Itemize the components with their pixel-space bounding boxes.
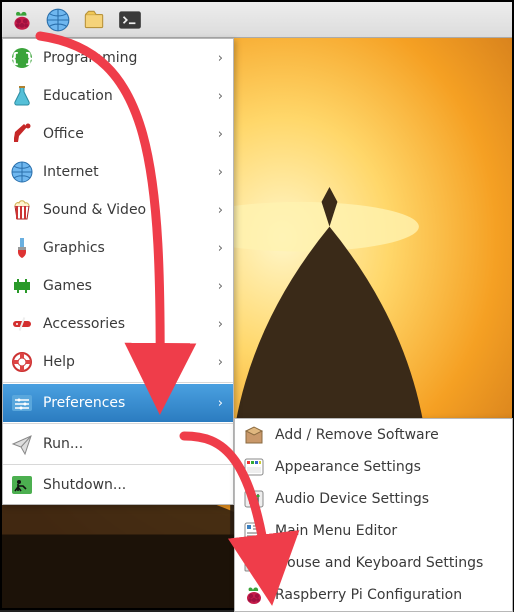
- submenu-item-label: Audio Device Settings: [275, 491, 502, 507]
- chevron-right-icon: ›: [218, 355, 223, 370]
- chevron-right-icon: ›: [218, 203, 223, 218]
- menu-item-label: Shutdown...: [43, 477, 223, 493]
- raspberry-icon: [241, 582, 267, 608]
- menu-item-label: Sound & Video: [43, 202, 210, 218]
- menu-item-office[interactable]: Office ›: [3, 115, 233, 153]
- chevron-right-icon: ›: [218, 317, 223, 332]
- menu-item-graphics[interactable]: Graphics ›: [3, 229, 233, 267]
- taskbar-files[interactable]: [78, 4, 110, 36]
- menu-item-preferences[interactable]: Preferences ›: [3, 384, 233, 422]
- menu-item-sound-video[interactable]: Sound & Video ›: [3, 191, 233, 229]
- knife-icon: [9, 311, 35, 337]
- chevron-right-icon: ›: [218, 279, 223, 294]
- taskbar-browser[interactable]: [42, 4, 74, 36]
- paperplane-icon: [9, 431, 35, 457]
- menu-item-label: Games: [43, 278, 210, 294]
- audio-sliders-icon: [241, 486, 267, 512]
- flask-icon: [9, 83, 35, 109]
- sliders-icon: [9, 390, 35, 416]
- menu-item-label: Run...: [43, 436, 223, 452]
- taskbar-terminal[interactable]: [114, 4, 146, 36]
- menu-item-label: Help: [43, 354, 210, 370]
- submenu-raspberry-pi-config[interactable]: Raspberry Pi Configuration: [235, 579, 512, 611]
- submenu-main-menu-editor[interactable]: Main Menu Editor: [235, 515, 512, 547]
- braces-icon: [9, 45, 35, 71]
- menu-item-education[interactable]: Education ›: [3, 77, 233, 115]
- submenu-appearance-settings[interactable]: Appearance Settings: [235, 451, 512, 483]
- chevron-right-icon: ›: [218, 396, 223, 411]
- globe-icon: [9, 159, 35, 185]
- menu-separator: [3, 382, 233, 383]
- menu-item-label: Education: [43, 88, 210, 104]
- preferences-submenu: Add / Remove Software Appearance Setting…: [234, 418, 513, 612]
- chevron-right-icon: ›: [218, 241, 223, 256]
- submenu-item-label: Raspberry Pi Configuration: [275, 587, 502, 603]
- menu-item-label: Office: [43, 126, 210, 142]
- lifebuoy-icon: [9, 349, 35, 375]
- submenu-item-label: Mouse and Keyboard Settings: [275, 555, 502, 571]
- package-icon: [241, 422, 267, 448]
- chevron-right-icon: ›: [218, 127, 223, 142]
- menu-item-help[interactable]: Help ›: [3, 343, 233, 381]
- invader-icon: [9, 273, 35, 299]
- submenu-audio-device-settings[interactable]: Audio Device Settings: [235, 483, 512, 515]
- menu-item-internet[interactable]: Internet ›: [3, 153, 233, 191]
- chevron-right-icon: ›: [218, 165, 223, 180]
- main-menu: Programming › Education › Office › Inter…: [2, 38, 234, 505]
- menu-item-label: Internet: [43, 164, 210, 180]
- chevron-right-icon: ›: [218, 51, 223, 66]
- menu-separator: [3, 423, 233, 424]
- popcorn-icon: [9, 197, 35, 223]
- submenu-add-remove-software[interactable]: Add / Remove Software: [235, 419, 512, 451]
- taskbar: [2, 2, 512, 38]
- menu-item-accessories[interactable]: Accessories ›: [3, 305, 233, 343]
- menu-separator: [3, 464, 233, 465]
- menu-item-label: Programming: [43, 50, 210, 66]
- exit-icon: [9, 472, 35, 498]
- submenu-mouse-keyboard-settings[interactable]: Mouse and Keyboard Settings: [235, 547, 512, 579]
- brush-icon: [9, 235, 35, 261]
- menu-item-shutdown[interactable]: Shutdown...: [3, 466, 233, 504]
- submenu-item-label: Appearance Settings: [275, 459, 502, 475]
- menu-item-games[interactable]: Games ›: [3, 267, 233, 305]
- submenu-item-label: Add / Remove Software: [275, 427, 502, 443]
- menu-item-run[interactable]: Run...: [3, 425, 233, 463]
- menu-item-label: Graphics: [43, 240, 210, 256]
- chevron-right-icon: ›: [218, 89, 223, 104]
- menu-item-label: Preferences: [43, 395, 210, 411]
- palette-icon: [241, 454, 267, 480]
- menu-editor-icon: [241, 518, 267, 544]
- submenu-item-label: Main Menu Editor: [275, 523, 502, 539]
- menu-item-programming[interactable]: Programming ›: [3, 39, 233, 77]
- menu-item-label: Accessories: [43, 316, 210, 332]
- mouse-keyboard-icon: [241, 550, 267, 576]
- start-button[interactable]: [6, 4, 38, 36]
- lamp-icon: [9, 121, 35, 147]
